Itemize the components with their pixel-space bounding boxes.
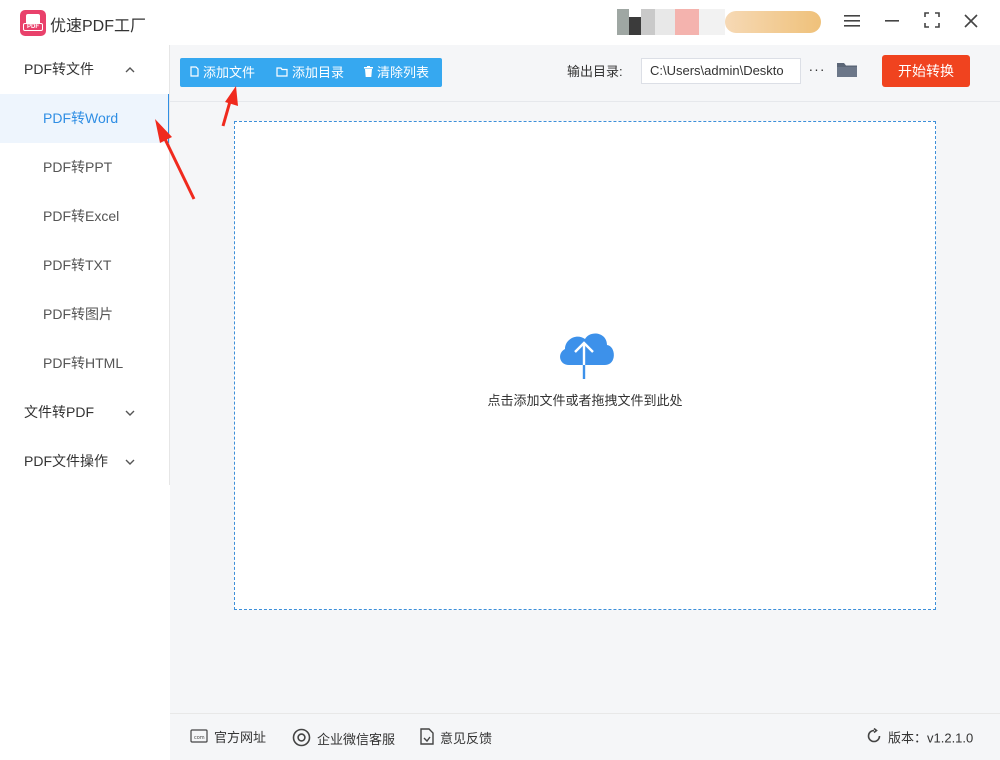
app-title: 优速PDF工厂 — [50, 18, 147, 35]
open-folder-icon[interactable] — [836, 61, 858, 81]
add-folder-button[interactable]: 添加目录 — [276, 58, 344, 87]
trash-icon — [364, 60, 373, 89]
sidebar-item-pdf-to-word[interactable]: PDF转Word — [0, 94, 170, 143]
sidebar-group-label: 文件转PDF — [24, 404, 94, 420]
footer: com 官方网址 企业微信客服 意见反馈 版本：v1.2.1.0 — [170, 713, 1000, 760]
title-bar: PDF 优速PDF工厂 — [0, 0, 1000, 45]
sidebar-group-label: PDF转文件 — [24, 61, 94, 77]
sidebar-group-label: PDF文件操作 — [24, 453, 108, 469]
annotation-arrow-icon — [221, 86, 238, 127]
sidebar-group-file-to-pdf[interactable]: 文件转PDF — [0, 388, 170, 436]
folder-icon — [276, 60, 288, 89]
app-logo: PDF — [20, 10, 46, 36]
drop-zone-hint: 点击添加文件或者拖拽文件到此处 — [487, 393, 683, 408]
svg-text:com: com — [194, 735, 205, 741]
feedback-label: 意见反馈 — [440, 730, 493, 746]
add-file-button[interactable]: 添加文件 — [190, 58, 255, 87]
sidebar-item-pdf-to-image[interactable]: PDF转图片 — [0, 290, 170, 339]
chevron-down-icon — [125, 437, 135, 485]
sidebar-item-pdf-to-html[interactable]: PDF转HTML — [0, 339, 170, 388]
sidebar-item-pdf-to-txt[interactable]: PDF转TXT — [0, 241, 170, 290]
clear-list-label: 清除列表 — [377, 65, 430, 80]
close-icon[interactable] — [958, 10, 984, 34]
chevron-down-icon — [125, 388, 135, 436]
maximize-icon[interactable] — [919, 10, 945, 34]
file-action-group: 添加文件 添加目录 清除列表 — [180, 58, 442, 87]
refresh-icon — [866, 727, 882, 750]
website-icon: com — [190, 728, 208, 749]
feedback-link[interactable]: 意见反馈 — [420, 728, 492, 748]
version-label: 版本：v1.2.1.0 — [888, 730, 974, 746]
vip-badge[interactable] — [725, 11, 821, 33]
wechat-service-label: 企业微信客服 — [317, 731, 396, 747]
chevron-up-icon — [125, 45, 135, 93]
hamburger-icon[interactable] — [839, 10, 865, 34]
output-dir-label: 输出目录: — [567, 64, 623, 79]
add-folder-label: 添加目录 — [292, 65, 345, 80]
more-options-button[interactable]: ··· — [807, 58, 827, 84]
start-convert-button[interactable]: 开始转换 — [882, 55, 970, 87]
toolbar: 添加文件 添加目录 清除列表 输出目录: C:\Users\admin\Desk… — [170, 45, 1000, 102]
cloud-upload-icon — [555, 327, 617, 381]
file-icon — [190, 60, 199, 89]
sidebar: PDF转文件 PDF转Word PDF转PPT PDF转Excel PDF转TX… — [0, 45, 170, 760]
file-drop-zone[interactable]: 点击添加文件或者拖拽文件到此处 — [234, 121, 936, 610]
add-file-label: 添加文件 — [203, 65, 256, 80]
sidebar-item-pdf-to-ppt[interactable]: PDF转PPT — [0, 143, 170, 192]
sidebar-group-pdf-to-file[interactable]: PDF转文件 — [0, 45, 170, 93]
wechat-service-link[interactable]: 企业微信客服 — [292, 728, 395, 748]
minimize-icon[interactable] — [879, 10, 905, 34]
official-website-label: 官方网址 — [214, 730, 267, 745]
sidebar-group-pdf-operations[interactable]: PDF文件操作 — [0, 437, 170, 485]
output-dir-input[interactable]: C:\Users\admin\Deskto — [641, 58, 801, 84]
clear-list-button[interactable]: 清除列表 — [364, 58, 429, 87]
chat-icon — [292, 728, 311, 753]
sidebar-item-pdf-to-excel[interactable]: PDF转Excel — [0, 192, 170, 241]
official-website-link[interactable]: com 官方网址 — [190, 728, 266, 748]
version-info: 版本：v1.2.1.0 — [866, 727, 974, 750]
annotation-arrow-icon — [155, 119, 196, 200]
feedback-icon — [420, 728, 434, 751]
